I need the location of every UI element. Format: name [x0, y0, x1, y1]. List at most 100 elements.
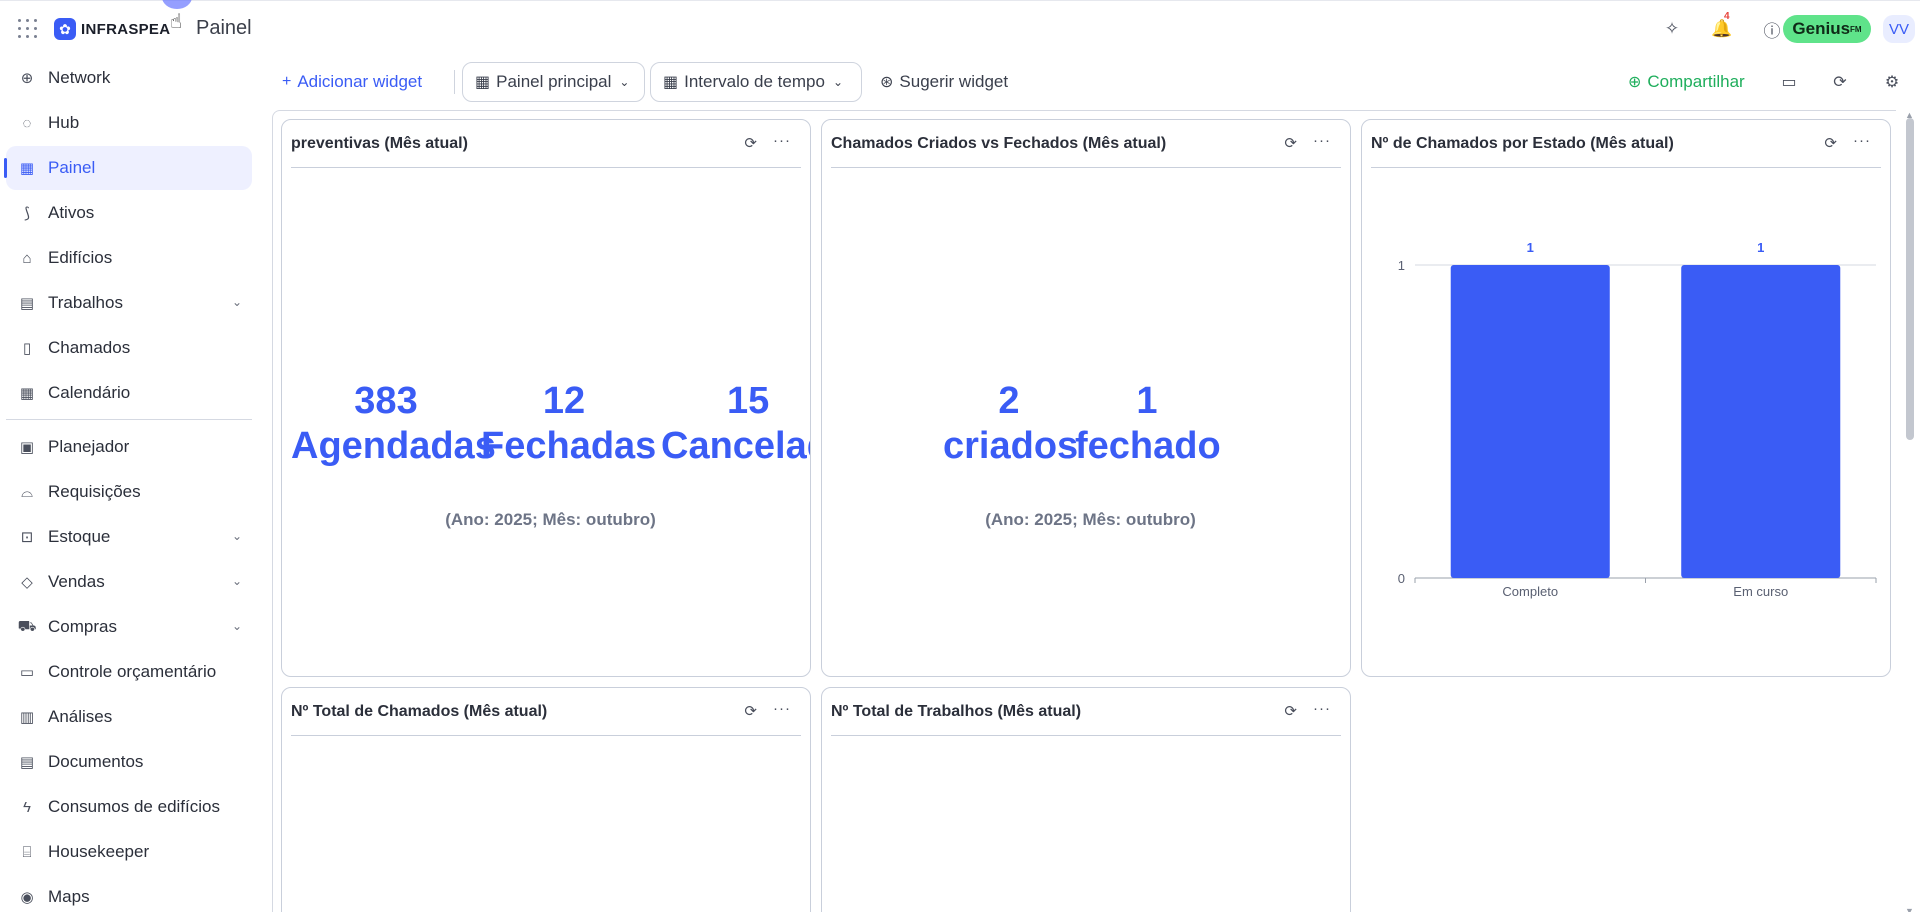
sidebar-item-maps[interactable]: ◉ Maps	[6, 875, 252, 912]
widget-body: 2 criados 1 fechado (Ano: 2025; Mês: out…	[831, 169, 1350, 676]
scrollbar-thumb[interactable]	[1906, 118, 1914, 440]
refresh-icon[interactable]: ⟳	[1284, 702, 1297, 720]
kpi-value: 15	[727, 380, 770, 422]
refresh-icon[interactable]: ⟳	[1828, 70, 1852, 94]
sidebar-item-controle-orcamentario[interactable]: ▭ Controle orçamentário	[6, 650, 252, 694]
top-right-actions: ✧ 🔔 4 ⓘ Genius FM VV	[1620, 11, 1920, 45]
kpi-row: 383 Agendadas 12 Fechadas 15 Cancelad	[291, 379, 810, 469]
widget-chamados-por-estado[interactable]: Nº de Chamados por Estado (Mês atual) ⟳ …	[1361, 119, 1891, 677]
suggest-widget-button[interactable]: ⊛ Sugerir widget	[868, 62, 1020, 102]
kpi-label: Agendadas	[291, 425, 496, 467]
share-button[interactable]: ⊕ Compartilhar	[1616, 62, 1757, 102]
sidebar-item-label: Compras	[48, 617, 117, 636]
dashboard-icon: ▦	[475, 74, 491, 91]
sidebar-item-label: Vendas	[48, 572, 105, 591]
tv-mode-icon[interactable]: ▭	[1777, 70, 1801, 94]
ticket-icon: ▯	[22, 340, 32, 357]
sidebar-item-estoque[interactable]: ⊡ Estoque ⌄	[6, 515, 252, 559]
sidebar-item-documentos[interactable]: ▤ Documentos	[6, 740, 252, 784]
logo-mark-icon: ✿	[54, 18, 76, 40]
refresh-icon[interactable]: ⟳	[1824, 134, 1837, 152]
chevron-down-icon[interactable]: ⌄	[232, 619, 242, 633]
add-widget-button[interactable]: + Adicionar widget	[270, 62, 434, 102]
chevron-down-icon: ⌄	[832, 75, 843, 89]
logo-text: INFRASPEA	[81, 20, 171, 38]
bar-chart: 0 1 1 Completo 1 Em curso	[1398, 240, 1877, 599]
settings-sliders-icon[interactable]: ⚙	[1880, 70, 1904, 94]
sidebar-item-label: Hub	[48, 113, 80, 132]
widget-title: Nº Total de Chamados (Mês atual)	[291, 703, 548, 720]
widget-total-chamados[interactable]: Nº Total de Chamados (Mês atual) ⟳ ···	[281, 687, 811, 912]
kpi-row: 2 criados 1 fechado	[831, 379, 1350, 469]
sidebar-item-network[interactable]: ⊕ Network	[6, 56, 252, 100]
sidebar-item-label: Chamados	[48, 338, 131, 357]
sidebar-item-calendario[interactable]: ▦ Calendário	[6, 371, 252, 415]
app-root: ✿ INFRASPEA ☝ Painel ✧ 🔔 4 ⓘ Genius FM VV…	[0, 0, 1920, 912]
chevron-down-icon: ⌄	[619, 75, 630, 89]
widget-header: preventivas (Mês atual) ⟳ ···	[291, 120, 801, 168]
sidebar-item-analises[interactable]: ▥ Análises	[6, 695, 252, 739]
apps-grid-icon[interactable]	[18, 19, 38, 39]
refresh-icon[interactable]: ⟳	[744, 134, 757, 152]
help-icon[interactable]: ⓘ	[1760, 17, 1784, 41]
x-tick-label: Completo	[1502, 584, 1558, 599]
vertical-scrollbar[interactable]: ▲ ▼	[1904, 110, 1916, 912]
sidebar-item-label: Maps	[48, 887, 90, 906]
more-options-icon[interactable]: ···	[1853, 132, 1871, 149]
sidebar-item-edificios[interactable]: ⌂ Edifícios	[6, 236, 252, 280]
sidebar-item-consumos[interactable]: ϟ Consumos de edifícios	[6, 785, 252, 829]
time-interval-label: Intervalo de tempo	[684, 72, 825, 91]
sidebar-item-label: Documentos	[48, 752, 144, 771]
genius-button[interactable]: Genius FM	[1783, 15, 1871, 43]
sidebar-item-planejador[interactable]: ▣ Planejador	[6, 425, 252, 469]
sidebar-item-requisicoes[interactable]: ⌓ Requisições	[6, 470, 252, 514]
building-icon: ⌂	[22, 249, 32, 267]
top-bar: ✿ INFRASPEA ☝ Painel ✧ 🔔 4 ⓘ Genius FM VV	[0, 0, 1920, 56]
sidebar-item-label: Housekeeper	[48, 842, 150, 861]
refresh-icon[interactable]: ⟳	[744, 702, 757, 720]
sidebar-item-ativos[interactable]: ⟆ Ativos	[6, 191, 252, 235]
sidebar-item-label: Requisições	[48, 482, 141, 501]
notifications-bell-icon[interactable]: 🔔 4	[1710, 11, 1734, 41]
avatar[interactable]: VV	[1883, 15, 1915, 43]
sidebar-item-trabalhos[interactable]: ▤ Trabalhos ⌄	[6, 281, 252, 325]
dashboard-canvas: preventivas (Mês atual) ⟳ ··· 383 Agenda…	[272, 110, 1896, 912]
sidebar-item-compras[interactable]: ⛟ Compras ⌄	[6, 605, 252, 649]
chevron-down-icon[interactable]: ⌄	[232, 574, 242, 588]
genius-sup: FM	[1850, 24, 1862, 34]
bar	[1681, 265, 1841, 578]
map-pin-icon: ◉	[20, 889, 34, 906]
party-popper-icon[interactable]: ✧	[1660, 17, 1684, 41]
refresh-icon[interactable]: ⟳	[1284, 134, 1297, 152]
sidebar-item-vendas[interactable]: ◇ Vendas ⌄	[6, 560, 252, 604]
add-widget-label: Adicionar widget	[297, 72, 423, 91]
dashboard-select[interactable]: ▦ Painel principal ⌄	[462, 62, 645, 102]
cursor-highlight	[162, 0, 192, 9]
calendar-work-icon: ▤	[19, 295, 35, 312]
widget-total-trabalhos[interactable]: Nº Total de Trabalhos (Mês atual) ⟳ ···	[821, 687, 1351, 912]
sidebar-item-chamados[interactable]: ▯ Chamados	[6, 326, 252, 370]
sidebar-item-hub[interactable]: ◌ Hub	[6, 101, 252, 145]
chevron-down-icon[interactable]: ⌄	[232, 295, 242, 309]
more-options-icon[interactable]: ···	[773, 700, 791, 717]
scroll-down-icon[interactable]: ▼	[1905, 906, 1914, 912]
widget-title: Chamados Criados vs Fechados (Mês atual)	[831, 135, 1167, 152]
time-interval-select[interactable]: ▦ Intervalo de tempo ⌄	[650, 62, 862, 102]
hub-icon: ◌	[22, 114, 32, 132]
widget-chamados-criados-fechados[interactable]: Chamados Criados vs Fechados (Mês atual)…	[821, 119, 1351, 677]
logo[interactable]: ✿ INFRASPEA	[54, 18, 170, 40]
chevron-down-icon[interactable]: ⌄	[232, 529, 242, 543]
more-options-icon[interactable]: ···	[1313, 700, 1331, 717]
sidebar-item-housekeeper[interactable]: ⌸ Housekeeper	[6, 830, 252, 874]
document-icon: ▤	[19, 754, 35, 771]
wallet-icon: ▭	[19, 664, 35, 681]
share-label: Compartilhar	[1647, 72, 1745, 91]
more-options-icon[interactable]: ···	[773, 132, 791, 149]
widget-title: Nº Total de Trabalhos (Mês atual)	[831, 703, 1082, 720]
more-options-icon[interactable]: ···	[1313, 132, 1331, 149]
widget-preventivas[interactable]: preventivas (Mês atual) ⟳ ··· 383 Agenda…	[281, 119, 811, 677]
widget-body: 0 1 1 Completo 1 Em curso	[1371, 169, 1890, 676]
sidebar-item-label: Controle orçamentário	[48, 662, 217, 681]
sidebar-item-painel[interactable]: ▦ Painel	[4, 146, 252, 190]
x-tick-label: Em curso	[1733, 584, 1788, 599]
